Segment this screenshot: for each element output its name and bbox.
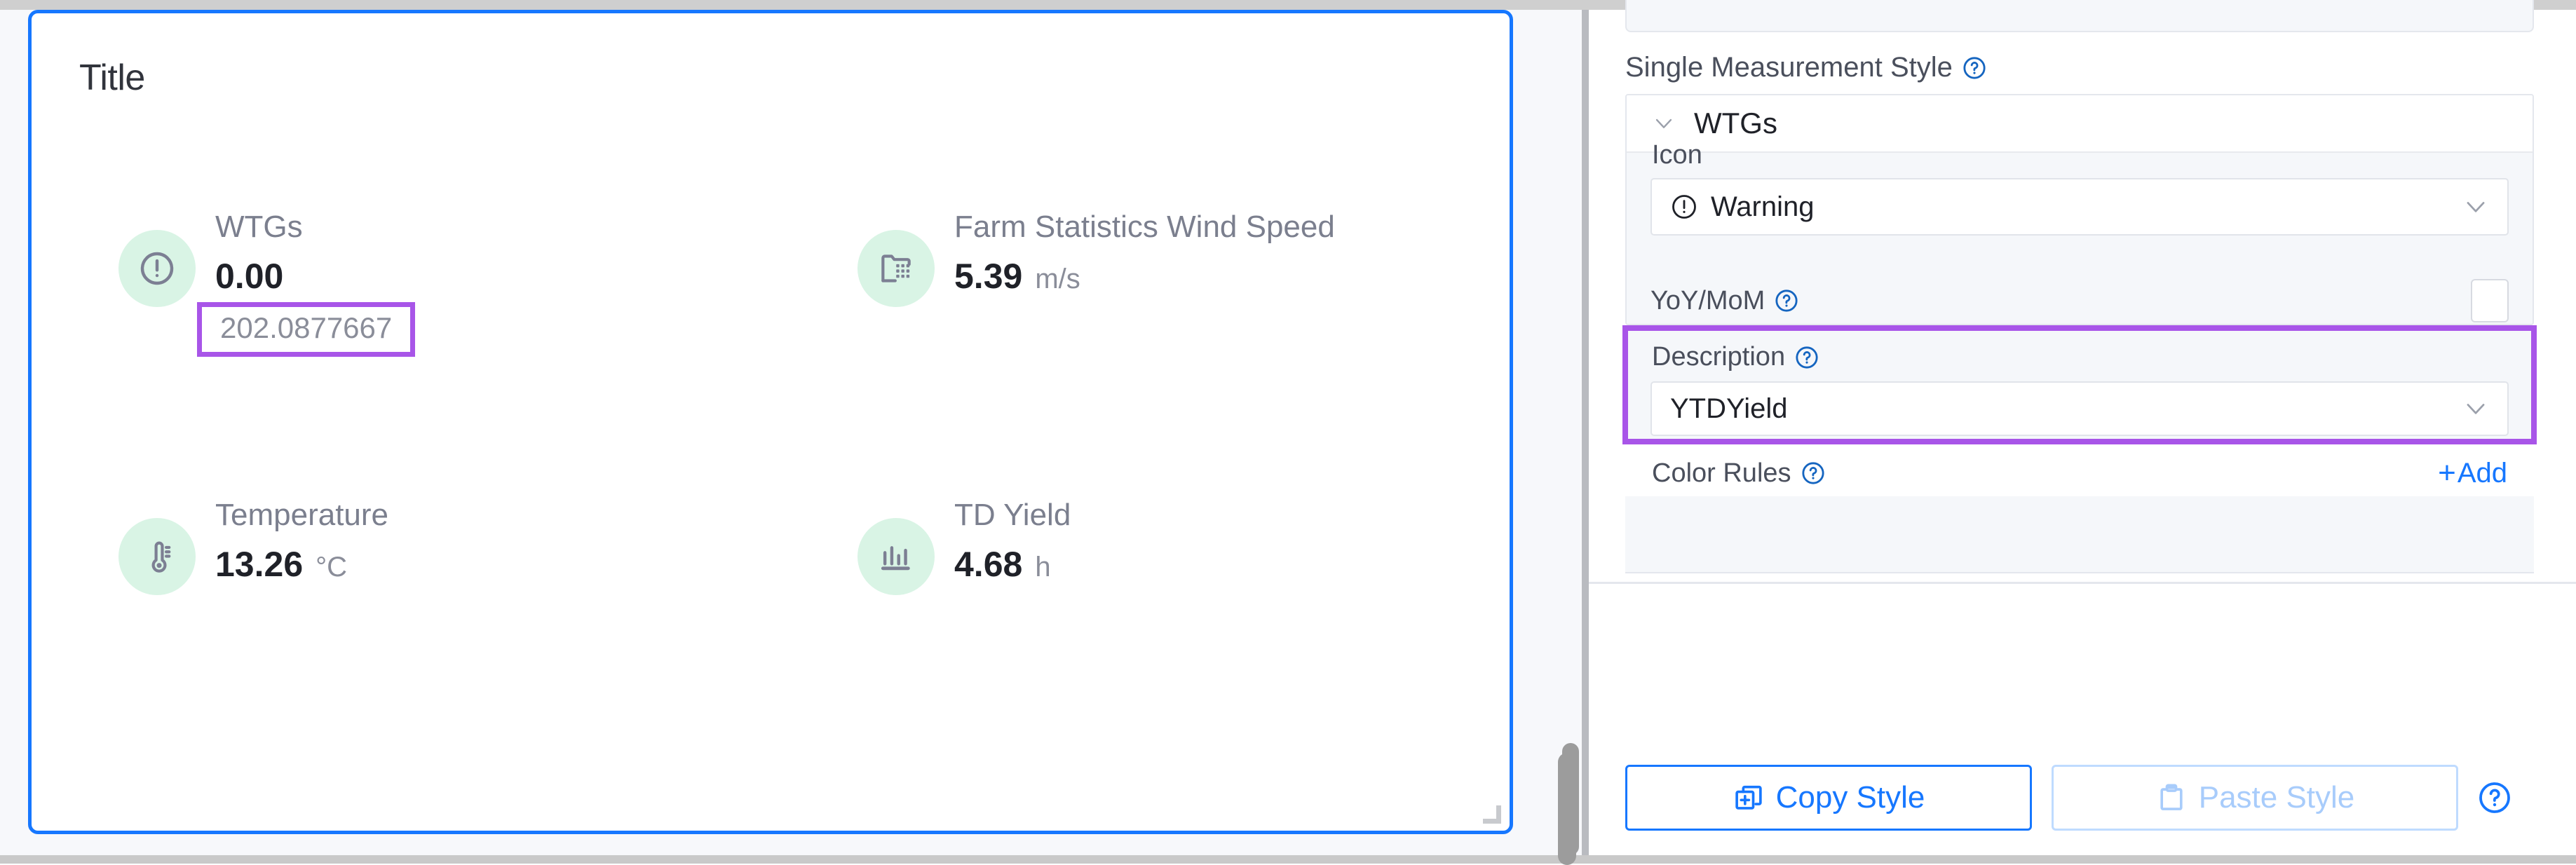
add-color-rule-button[interactable]: + Add [2438,458,2507,489]
copy-icon [1733,782,1765,814]
metric-unit: °C [316,552,347,583]
metric-unit: h [1035,552,1050,583]
metric-label: Temperature [215,496,388,534]
wtgs-collapse-header[interactable]: WTGs [1627,95,2533,153]
metric-value-row: 5.39 m/s [954,256,1335,297]
metric-item-td-yield[interactable]: TD Yield 4.68 h [771,494,1510,595]
yoy-mom-label: YoY/MoM [1650,286,1798,316]
metric-icon-bubble [857,230,935,307]
statistics-folder-icon [876,249,916,288]
metric-body: Farm Statistics Wind Speed 5.39 m/s [954,206,1335,297]
color-rules-row: Color Rules + Add [1625,450,2534,496]
help-circle-icon[interactable] [1962,56,1986,80]
color-rules-label-text: Color Rules [1652,458,1791,489]
pane-divider[interactable] [1582,10,1589,855]
description-select[interactable]: YTDYield [1650,381,2509,436]
help-circle-icon[interactable] [2478,781,2511,815]
metric-body: TD Yield 4.68 h [954,494,1071,585]
metric-label: Farm Statistics Wind Speed [954,207,1335,246]
metric-value: 5.39 [954,256,1022,297]
color-rules-label: Color Rules [1652,458,1825,489]
bar-chart-icon [876,537,916,576]
metric-value: 13.26 [215,544,303,585]
metric-icon-bubble [118,518,196,595]
metric-description-highlighted: 202.0877667 [197,302,415,357]
card-resize-handle[interactable] [1483,805,1501,824]
description-select-value: YTDYield [1670,393,2462,425]
metric-grid: WTGs 0.00 202.0877667 [32,206,1510,595]
chevron-down-icon[interactable] [2462,395,2489,422]
plus-icon: + [2438,458,2456,489]
metric-icon-bubble [857,518,935,595]
metric-unit: m/s [1035,264,1080,295]
style-footer-bar: Copy Style Paste Style [1589,756,2576,840]
metric-label: TD Yield [954,496,1071,534]
metric-body: Temperature 13.26 °C [215,494,388,585]
metric-value-row: 4.68 h [954,544,1071,585]
paste-style-label: Paste Style [2199,780,2355,815]
footer-divider [1589,582,2576,584]
paste-style-button[interactable]: Paste Style [2052,765,2458,831]
wtgs-collapse-title: WTGs [1694,107,1777,140]
metric-value-row: 0.00 [215,256,415,297]
metric-value: 4.68 [954,544,1022,585]
metric-body: WTGs 0.00 202.0877667 [215,206,415,357]
help-circle-icon[interactable] [1801,461,1825,485]
metric-value-row: 13.26 °C [215,544,388,585]
metric-label: WTGs [215,207,415,246]
previous-section-panel [1625,0,2534,32]
warning-circle-icon [1670,193,1698,221]
description-field-group-highlighted: Description YTDYield [1622,325,2537,444]
metric-row: Temperature 13.26 °C [32,494,1510,595]
yoy-mom-row: YoY/MoM [1650,276,2509,325]
help-circle-icon[interactable] [1795,346,1819,369]
copy-style-button[interactable]: Copy Style [1625,765,2032,831]
paste-icon [2155,782,2188,814]
metric-icon-bubble [118,230,196,307]
icon-select[interactable]: Warning [1650,178,2509,236]
icon-select-value: Warning [1711,191,2462,223]
yoy-mom-label-text: YoY/MoM [1650,286,1765,316]
dashboard-canvas-pane: Title WT [0,10,1582,855]
chevron-down-icon[interactable] [1652,111,1676,135]
style-settings-pane: Single Measurement Style WTGs [1589,10,2576,855]
description-label-text: Description [1652,342,1785,372]
chevron-down-icon[interactable] [2462,193,2489,220]
metric-value: 0.00 [215,256,283,297]
help-circle-icon[interactable] [1775,289,1798,313]
measurement-widget-card[interactable]: Title WT [28,10,1513,834]
metric-item-temperature[interactable]: Temperature 13.26 °C [32,494,771,595]
add-color-rule-label: Add [2458,458,2507,489]
window-bottom-chrome [0,855,2576,864]
icon-field-label: Icon [1652,140,1702,170]
copy-style-label: Copy Style [1776,780,1925,815]
warning-circle-icon [137,249,177,288]
metric-row: WTGs 0.00 202.0877667 [32,206,1510,357]
section-label-text: Single Measurement Style [1625,52,1953,83]
icon-field-label-text: Icon [1652,140,1702,170]
metric-item-farm-statistics-wind-speed[interactable]: Farm Statistics Wind Speed 5.39 m/s [771,206,1510,357]
metric-item-wtgs[interactable]: WTGs 0.00 202.0877667 [32,206,771,357]
description-field-label: Description [1652,342,1819,372]
widget-title: Title [79,57,145,99]
settings-vertical-scrollbar[interactable] [1562,743,1579,855]
color-rules-body [1625,496,2534,573]
thermometer-icon [137,537,177,576]
yoy-mom-checkbox[interactable] [2471,279,2509,322]
single-measurement-style-heading: Single Measurement Style [1625,52,1986,83]
